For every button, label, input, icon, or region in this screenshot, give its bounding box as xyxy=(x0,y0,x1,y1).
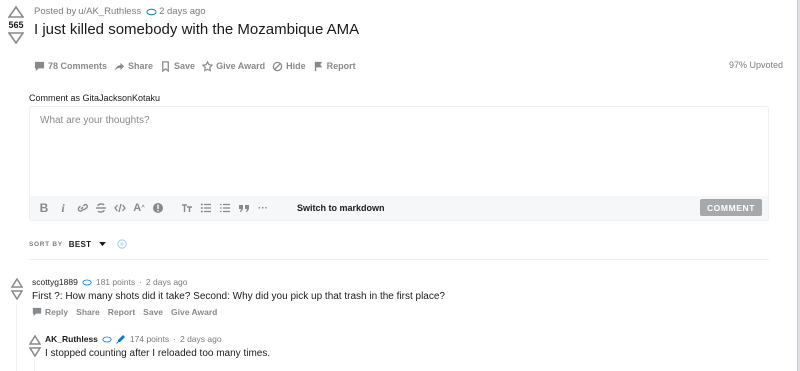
sort-value: BEST xyxy=(68,239,92,249)
inline-code-button[interactable] xyxy=(111,199,129,217)
spoiler-icon xyxy=(153,203,163,213)
post-vote-column: 565 xyxy=(4,6,28,44)
comment-header: AK_Ruthless 174 points · 2 days ago xyxy=(45,334,222,344)
comment-body: First ?: How many shots did it take? Sec… xyxy=(32,291,445,302)
quote-block-button[interactable] xyxy=(235,199,253,217)
reply-button[interactable]: Reply xyxy=(32,307,68,317)
sort-by-label: SORT BY xyxy=(29,240,63,248)
code-icon xyxy=(114,203,126,213)
save-label: Save xyxy=(174,61,196,71)
share-button[interactable]: Share xyxy=(114,61,153,72)
downvote-icon[interactable] xyxy=(8,32,24,44)
strikethrough-icon xyxy=(96,203,106,213)
comments-divider xyxy=(29,259,769,260)
post-meta: Posted by u/AK_Ruthless 2 days ago xyxy=(34,6,206,17)
upvote-icon[interactable] xyxy=(29,335,41,345)
thread-line[interactable] xyxy=(16,303,17,371)
hide-button[interactable]: Hide xyxy=(272,61,306,72)
editor-toolbar: B i A ^ ··· Switch to markdown COMMENT xyxy=(30,196,768,220)
upvote-icon[interactable] xyxy=(11,278,23,288)
link-icon xyxy=(77,203,88,212)
comment-editor: B i A^ xyxy=(29,106,769,221)
report-button[interactable]: Report xyxy=(313,61,356,72)
post-action-bar: 78 Comments Share Save Give Award Hide R… xyxy=(34,59,356,73)
flag-icon xyxy=(314,61,322,71)
comment-points: 181 points xyxy=(95,277,136,287)
quote-icon xyxy=(239,205,249,212)
comment-as-label: Comment as GitaJacksonKotaku xyxy=(29,93,161,103)
switch-to-markdown-link[interactable]: Switch to markdown xyxy=(297,203,385,213)
comments-button[interactable]: 78 Comments xyxy=(34,61,107,72)
caret-down-icon xyxy=(99,241,107,246)
numbered-list-icon xyxy=(220,203,230,213)
separator-dot: · xyxy=(139,277,142,287)
comment-action-bar: Reply Share Report Save Give Award xyxy=(32,307,217,317)
comment-textarea[interactable] xyxy=(30,107,768,193)
award-icon xyxy=(82,279,92,285)
bulleted-list-button[interactable] xyxy=(197,199,215,217)
comment-author[interactable]: AK_Ruthless xyxy=(45,334,98,344)
upvote-ratio: 97% Upvoted xyxy=(728,60,783,70)
post-card: 565 Posted by u/AK_Ruthless 2 days ago I… xyxy=(0,0,798,371)
heading-button[interactable] xyxy=(178,199,196,217)
superscript-caret-icon: ^ xyxy=(141,205,145,211)
award-icon xyxy=(102,336,112,342)
post-author-link[interactable]: u/AK_Ruthless xyxy=(78,6,141,17)
comment-vote-column xyxy=(28,335,42,357)
link-button[interactable] xyxy=(73,199,91,217)
posted-by-label: Posted by xyxy=(34,6,77,17)
save-button[interactable]: Save xyxy=(160,60,196,72)
bookmark-icon xyxy=(162,60,169,72)
hide-icon xyxy=(272,61,283,71)
comment-share-button[interactable]: Share xyxy=(76,307,100,317)
gift-icon xyxy=(202,60,214,72)
separator-dot: · xyxy=(173,334,176,344)
strikethrough-button[interactable] xyxy=(92,199,110,217)
comment-give-award-button[interactable]: Give Award xyxy=(171,307,217,317)
post-title: I just killed somebody with the Mozambiq… xyxy=(34,21,360,38)
give-award-label: Give Award xyxy=(216,61,266,71)
snoo-icon xyxy=(117,239,128,249)
bold-button[interactable]: B xyxy=(35,199,53,217)
comment-icon xyxy=(32,307,42,317)
comment-icon xyxy=(34,61,45,71)
give-award-button[interactable]: Give Award xyxy=(202,60,266,72)
sort-dropdown[interactable]: SORT BY BEST xyxy=(29,239,128,249)
comment-report-button[interactable]: Report xyxy=(108,307,135,317)
comment-vote-column xyxy=(10,278,24,300)
upvote-icon[interactable] xyxy=(8,6,24,18)
superscript-button[interactable]: A ^ xyxy=(130,199,148,217)
microphone-icon xyxy=(116,335,125,344)
heading-icon xyxy=(182,204,192,212)
downvote-icon[interactable] xyxy=(29,347,41,357)
comment-time[interactable]: 2 days ago xyxy=(180,334,222,344)
post-score: 565 xyxy=(8,20,24,30)
award-icon xyxy=(146,8,157,15)
hide-label: Hide xyxy=(286,61,306,71)
bulleted-list-icon xyxy=(200,203,211,213)
comment-header: scottyg1889 181 points · 2 days ago xyxy=(32,277,188,287)
comment-submit-button[interactable]: COMMENT xyxy=(700,199,762,216)
reply-label: Reply xyxy=(45,307,69,317)
share-label: Share xyxy=(128,61,154,71)
comments-count: 78 Comments xyxy=(48,61,108,71)
report-label: Report xyxy=(326,61,356,71)
numbered-list-button[interactable] xyxy=(216,199,234,217)
share-icon xyxy=(114,62,125,71)
comment-author[interactable]: scottyg1889 xyxy=(32,277,78,287)
comment-time[interactable]: 2 days ago xyxy=(146,277,188,287)
superscript-label: A xyxy=(133,202,142,214)
thread-line[interactable] xyxy=(34,360,35,371)
comment-points: 174 points xyxy=(129,334,170,344)
italic-button[interactable]: i xyxy=(54,199,72,217)
downvote-icon[interactable] xyxy=(11,290,23,300)
post-time[interactable]: 2 days ago xyxy=(159,6,205,17)
comment-body: I stopped counting after I reloaded too … xyxy=(45,348,271,359)
spoiler-button[interactable] xyxy=(149,199,167,217)
more-options-button[interactable]: ··· xyxy=(254,199,272,217)
comment-save-button[interactable]: Save xyxy=(143,307,163,317)
